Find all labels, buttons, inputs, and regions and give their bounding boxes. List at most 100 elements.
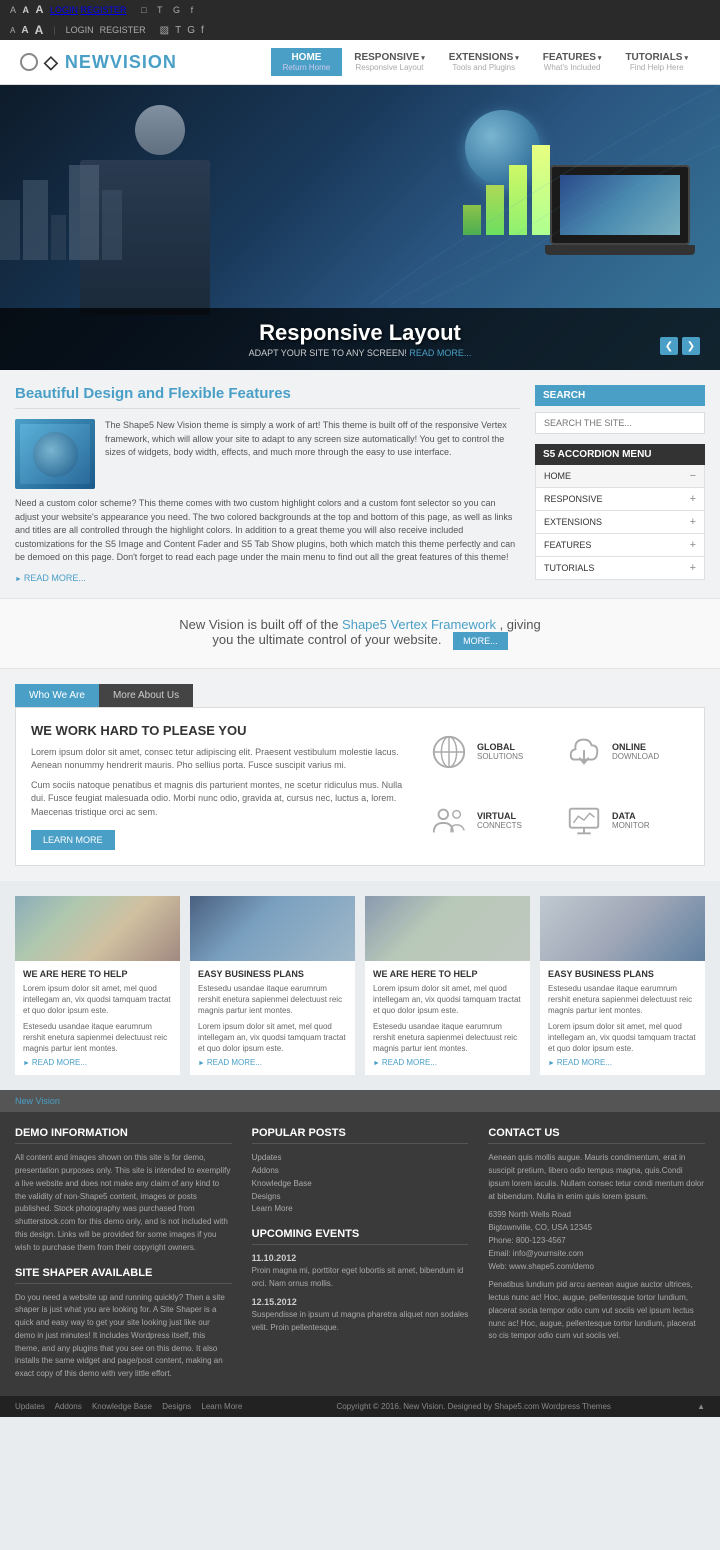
sidebar-item-home-icon: − [690, 470, 696, 482]
nav-tutorials-sub: Find Help Here [625, 63, 688, 72]
hero-slider: Responsive Layout ADAPT YOUR SITE TO ANY… [0, 85, 720, 370]
col-3-read-more[interactable]: READ MORE... [373, 1058, 522, 1067]
framework-link[interactable]: Shape5 Vertex Framework [342, 617, 496, 632]
col-2-image-inner [190, 896, 355, 961]
google-icon-top[interactable]: G [187, 25, 195, 36]
sidebar-item-extensions[interactable]: EXTENSIONS + [535, 511, 705, 534]
monitor-icon [564, 801, 604, 841]
feature-online-text: ONLINE DOWNLOAD [612, 742, 659, 761]
footer-contact-text2: Penatibus lundium pid arcu aenean augue … [488, 1279, 705, 1343]
content-para-1: The Shape5 New Vision theme is simply a … [105, 419, 520, 460]
nav-extensions-sub: Tools and Plugins [449, 63, 519, 72]
footer-bottom-updates[interactable]: Updates [15, 1402, 45, 1411]
footer-events: UPCOMING EVENTS 11.10.2012 Proin magna m… [252, 1228, 469, 1334]
footer-bottom-learn-more[interactable]: Learn More [201, 1402, 242, 1411]
font-size-small[interactable]: A [10, 5, 16, 15]
tab-who-we-are[interactable]: Who We Are [15, 684, 99, 707]
footer-bottom-addons[interactable]: Addons [55, 1402, 82, 1411]
nav-responsive[interactable]: RESPONSIVE▾ Responsive Layout [342, 48, 437, 76]
footer-top-bar: New Vision [0, 1090, 720, 1112]
google-icon[interactable]: G [173, 5, 180, 15]
top-bar: A A A LOGIN REGISTER □ T G f [0, 0, 720, 20]
sidebar-item-home-label: HOME [544, 471, 571, 481]
tab-features-grid: GLOBAL SOLUTIONS ONLINE [429, 723, 689, 851]
col-4-read-more[interactable]: READ MORE... [548, 1058, 697, 1067]
col-4-image-inner [540, 896, 705, 961]
register-top[interactable]: REGISTER [100, 25, 146, 35]
footer-link-designs[interactable]: Designs [252, 1191, 469, 1204]
font-size-large[interactable]: A [36, 4, 44, 16]
login-top[interactable]: LOGIN [66, 25, 94, 35]
footer-link-updates[interactable]: Updates [252, 1152, 469, 1165]
lines-svg [370, 85, 720, 305]
hero-prev-button[interactable]: ❮ [660, 337, 678, 355]
sidebar-search-input[interactable] [535, 412, 705, 434]
nav-tutorials[interactable]: TUTORIALS▾ Find Help Here [613, 48, 700, 76]
col-4-image [540, 896, 705, 961]
footer-brand-link[interactable]: New Vision [15, 1096, 60, 1106]
nav-features[interactable]: FEATURES▾ What's Included [531, 48, 614, 76]
footer-site-shaper: SITE SHAPER AVAILABLE Do you need a webs… [15, 1267, 232, 1382]
footer-bottom-links: Updates Addons Knowledge Base Designs Le… [15, 1402, 250, 1411]
sidebar-item-home[interactable]: HOME − [535, 465, 705, 488]
footer-link-addons[interactable]: Addons [252, 1165, 469, 1178]
footer-web: Web: www.shape5.com/demo [488, 1261, 705, 1274]
twitter-icon[interactable]: T [157, 5, 163, 15]
col-2-read-more[interactable]: READ MORE... [198, 1058, 347, 1067]
sidebar-item-tutorials[interactable]: TUTORIALS + [535, 557, 705, 580]
nav-tutorials-label: TUTORIALS▾ [625, 52, 688, 63]
scroll-top-icon[interactable]: ▲ [697, 1402, 705, 1411]
footer-bottom-knowledge-base[interactable]: Knowledge Base [92, 1402, 152, 1411]
tab-more-about-us[interactable]: More About Us [99, 684, 193, 707]
hero-next-button[interactable]: ❯ [682, 337, 700, 355]
rss-icon[interactable]: □ [141, 5, 146, 15]
footer-link-learn-more[interactable]: Learn More [252, 1203, 469, 1216]
footer-col-1-title: DEMO INFORMATION [15, 1127, 232, 1144]
sidebar-item-responsive[interactable]: RESPONSIVE + [535, 488, 705, 511]
font-small-label[interactable]: A [10, 26, 15, 35]
font-medium-label[interactable]: A [21, 25, 28, 36]
sidebar: SEARCH S5 ACCORDION MENU HOME − RESPONSI… [535, 385, 705, 583]
col-2-image [190, 896, 355, 961]
top-bar-font-controls: A A A | LOGIN REGISTER ▧ T G f [10, 23, 204, 37]
learn-more-button[interactable]: LEARN MORE [31, 830, 115, 850]
nav-home[interactable]: HOME Return Home [271, 48, 343, 76]
column-3: WE ARE HERE TO HELP Lorem ipsum dolor si… [365, 896, 530, 1075]
column-1: WE ARE HERE TO HELP Lorem ipsum dolor si… [15, 896, 180, 1075]
font-size-medium[interactable]: A [23, 5, 30, 15]
footer-link-knowledge-base[interactable]: Knowledge Base [252, 1178, 469, 1191]
hero-background: Responsive Layout ADAPT YOUR SITE TO ANY… [0, 85, 720, 370]
building-5 [102, 190, 122, 260]
font-large-label[interactable]: A [35, 23, 44, 37]
twitter-icon-top[interactable]: T [175, 25, 181, 36]
footer-contact-text1: Aenean quis mollis augue. Mauris condime… [488, 1152, 705, 1203]
logo[interactable]: ◇ NEWVISION [20, 52, 177, 73]
logo-circle [20, 53, 38, 71]
sidebar-menu-label: S5 ACCORDION MENU [535, 444, 705, 465]
content-thumbnail [15, 419, 95, 489]
nav-extensions[interactable]: EXTENSIONS▾ Tools and Plugins [437, 48, 531, 76]
col-2-body: EASY BUSINESS PLANS Estesedu usandae ita… [190, 961, 355, 1075]
login-link[interactable]: LOGIN [50, 5, 78, 15]
tab-content: WE WORK HARD TO PLEASE YOU Lorem ipsum d… [15, 707, 705, 867]
footer-bottom-designs[interactable]: Designs [162, 1402, 191, 1411]
rss-icon-top[interactable]: ▧ [160, 25, 169, 36]
sidebar-item-extensions-icon: + [690, 516, 696, 528]
sidebar-item-responsive-label: RESPONSIVE [544, 494, 603, 504]
col-1-read-more[interactable]: READ MORE... [23, 1058, 172, 1067]
col-2-text1: Estesedu usandae itaque earumrum rershit… [198, 983, 347, 1017]
framework-more-btn[interactable]: MORE... [453, 632, 508, 650]
facebook-icon-top[interactable]: f [201, 25, 204, 36]
nav-responsive-label: RESPONSIVE▾ [354, 52, 425, 63]
main-read-more[interactable]: READ MORE... [15, 573, 520, 583]
col-4-title: EASY BUSINESS PLANS [548, 969, 697, 979]
facebook-icon[interactable]: f [191, 5, 194, 15]
hero-read-more[interactable]: READ MORE... [409, 348, 471, 358]
sidebar-item-features[interactable]: FEATURES + [535, 534, 705, 557]
register-link[interactable]: REGISTER [81, 5, 127, 15]
footer-col-2: POPULAR POSTS Updates Addons Knowledge B… [252, 1127, 469, 1381]
col-3-image-inner [365, 896, 530, 961]
col-4-text2: Lorem ipsum dolor sit amet, mel quod int… [548, 1021, 697, 1055]
footer-col-1-text: All content and images shown on this sit… [15, 1152, 232, 1254]
tabs-bar: Who We Are More About Us [15, 684, 705, 707]
